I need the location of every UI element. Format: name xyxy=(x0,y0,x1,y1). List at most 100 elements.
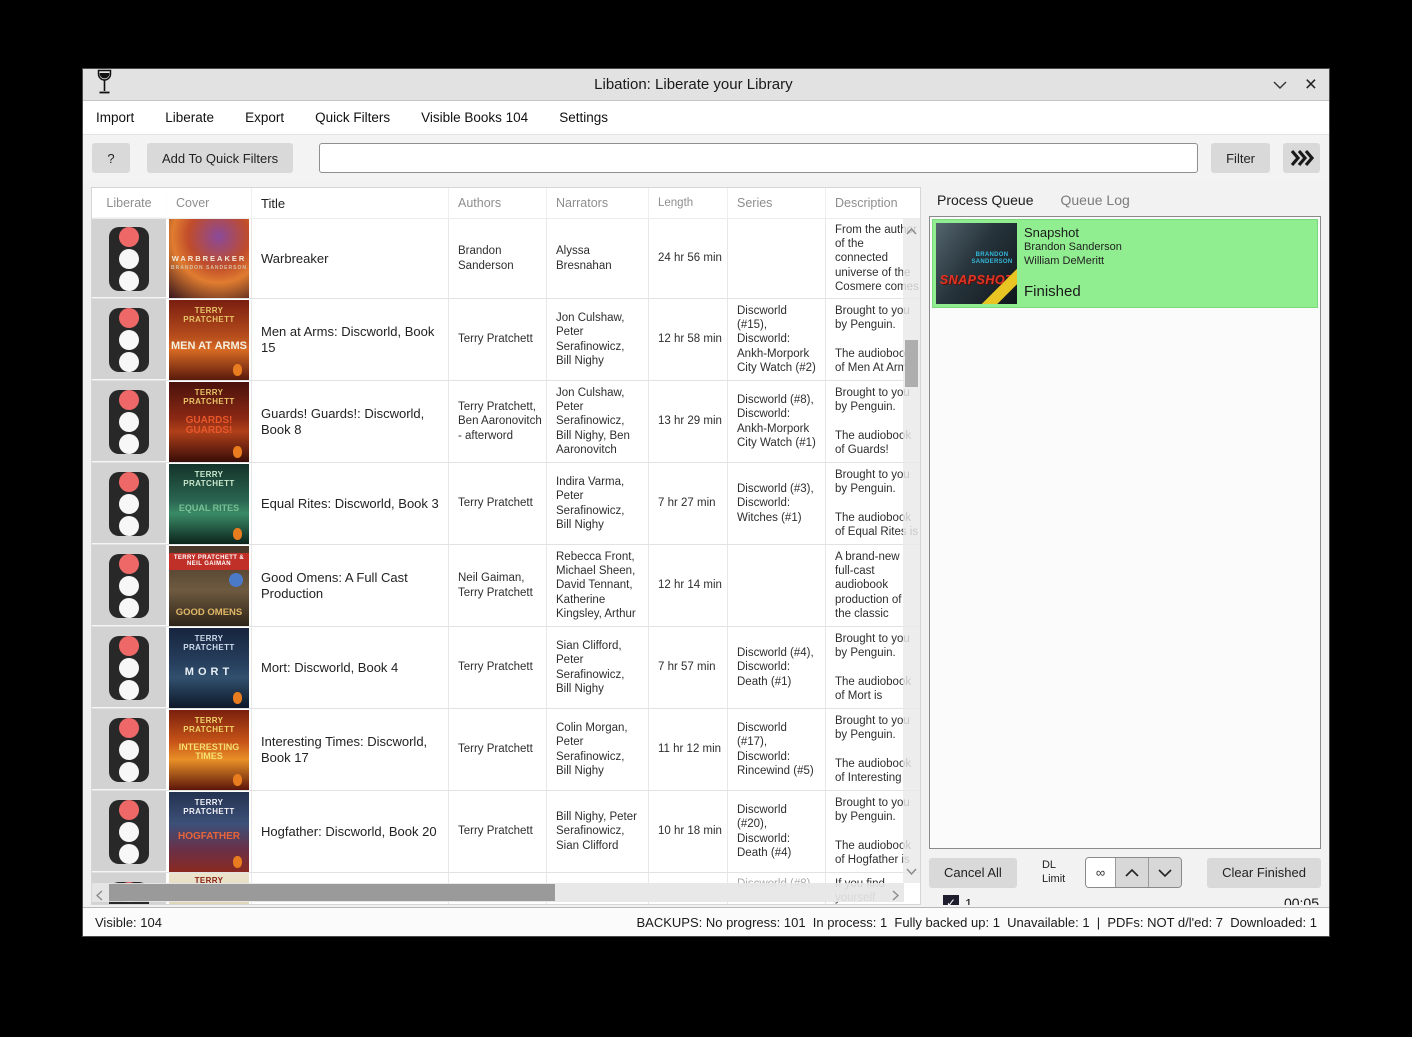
fast-forward-chevrons-icon[interactable] xyxy=(1283,143,1320,173)
book-narrators: Alyssa Bresnahan xyxy=(547,219,649,298)
window-title: Libation: Liberate your Library xyxy=(114,76,1273,93)
spinner-down-icon[interactable] xyxy=(1148,858,1181,887)
book-title: Warbreaker xyxy=(252,219,449,298)
add-to-quick-filters-button[interactable]: Add To Quick Filters xyxy=(147,143,293,173)
table-row[interactable]: TERRY PRATCHETT INTERESTING TIMES Intere… xyxy=(92,708,921,790)
menu-export[interactable]: Export xyxy=(245,110,284,125)
wine-glass-icon xyxy=(95,69,114,100)
scroll-up-icon[interactable] xyxy=(906,222,917,240)
dl-limit-spinner[interactable]: ∞ xyxy=(1085,857,1182,888)
book-title: Guards! Guards!: Discworld, Book 8 xyxy=(252,381,449,462)
book-length: 7 hr 27 min xyxy=(649,463,728,544)
book-authors: Neil Gaiman, Terry Pratchett xyxy=(449,545,547,626)
book-series: Discworld (#17), Discworld: Rincewind (#… xyxy=(728,709,826,790)
queue-item-author: Brandon Sanderson xyxy=(1024,241,1314,255)
column-header-cover[interactable]: Cover xyxy=(167,188,252,218)
table-row[interactable]: TERRY PRATCHETT MEN AT ARMS Men at Arms:… xyxy=(92,298,921,380)
book-length: 12 hr 58 min xyxy=(649,299,728,380)
filter-toolbar: ? Add To Quick Filters Filter xyxy=(83,135,1329,181)
menu-import[interactable]: Import xyxy=(96,110,134,125)
book-authors: Brandon Sanderson xyxy=(449,219,547,298)
liberate-traffic-light-icon[interactable] xyxy=(109,636,149,700)
tab-process-queue[interactable]: Process Queue xyxy=(937,192,1034,208)
table-row[interactable]: TERRY PRATCHETT EQUAL RITES Equal Rites:… xyxy=(92,462,921,544)
table-horizontal-scrollbar[interactable] xyxy=(92,883,904,902)
liberate-traffic-light-icon[interactable] xyxy=(109,800,149,864)
book-authors: Terry Pratchett xyxy=(449,463,547,544)
column-header-length[interactable]: Length xyxy=(649,188,728,218)
liberate-traffic-light-icon[interactable] xyxy=(109,718,149,782)
book-length: 11 hr 12 min xyxy=(649,709,728,790)
liberate-traffic-light-icon[interactable] xyxy=(109,308,149,372)
book-narrators: Indira Varma, Peter Serafinowicz, Bill N… xyxy=(547,463,649,544)
book-title: Good Omens: A Full Cast Production xyxy=(252,545,449,626)
filter-search-input[interactable] xyxy=(319,143,1198,173)
book-cover: TERRY PRATCHETT EQUAL RITES xyxy=(169,464,249,544)
liberate-traffic-light-icon[interactable] xyxy=(109,554,149,618)
table-row[interactable]: TERRY PRATCHETT MORT Mort: Discworld, Bo… xyxy=(92,626,921,708)
book-cover: TERRY PRATCHETT INTERESTING TIMES xyxy=(169,710,249,790)
vertical-scroll-thumb[interactable] xyxy=(905,340,918,387)
table-row[interactable]: TERRY PRATCHETT GUARDS! GUARDS! Guards! … xyxy=(92,380,921,462)
minimize-chevron-icon[interactable] xyxy=(1273,80,1287,89)
book-title: Hogfather: Discworld, Book 20 xyxy=(252,791,449,872)
book-title: Interesting Times: Discworld, Book 17 xyxy=(252,709,449,790)
dl-limit-label: DL Limit xyxy=(1042,859,1076,887)
column-header-authors[interactable]: Authors xyxy=(449,188,547,218)
menu-liberate[interactable]: Liberate xyxy=(165,110,214,125)
book-length: 24 hr 56 min xyxy=(649,219,728,298)
filter-button[interactable]: Filter xyxy=(1211,143,1270,173)
column-header-narrators[interactable]: Narrators xyxy=(547,188,649,218)
status-bar: Visible: 104 BACKUPS: No progress: 101 I… xyxy=(83,907,1329,936)
close-icon[interactable]: × xyxy=(1305,74,1317,95)
column-header-description[interactable]: Description xyxy=(826,188,921,218)
clear-finished-button[interactable]: Clear Finished xyxy=(1207,858,1321,888)
tab-queue-log[interactable]: Queue Log xyxy=(1061,192,1130,208)
column-header-title[interactable]: Title xyxy=(252,188,449,218)
book-authors: Terry Pratchett xyxy=(449,627,547,708)
menu-bar: Import Liberate Export Quick Filters Vis… xyxy=(83,101,1329,135)
book-narrators: Jon Culshaw, Peter Serafinowicz, Bill Ni… xyxy=(547,381,649,462)
process-queue-panel: Process Queue Queue Log BRANDON SANDERSO… xyxy=(929,187,1321,905)
table-vertical-scrollbar[interactable] xyxy=(903,219,920,883)
liberate-traffic-light-icon[interactable] xyxy=(109,472,149,536)
queue-item-title: Snapshot xyxy=(1024,225,1314,241)
queue-item-cover: BRANDON SANDERSON SNAPSHOT xyxy=(936,223,1017,304)
help-button[interactable]: ? xyxy=(92,143,130,173)
queue-item-finished[interactable]: BRANDON SANDERSON SNAPSHOT Snapshot Bran… xyxy=(932,219,1318,308)
liberate-traffic-light-icon[interactable] xyxy=(109,227,149,291)
book-narrators: Rebecca Front, Michael Sheen, David Tenn… xyxy=(547,545,649,626)
visible-count-label: Visible: 104 xyxy=(95,915,162,930)
app-window: Libation: Liberate your Library × Import… xyxy=(82,68,1330,937)
menu-quick-filters[interactable]: Quick Filters xyxy=(315,110,390,125)
book-series: Discworld (#20), Discworld: Death (#4) xyxy=(728,791,826,872)
library-table: Liberate Cover Title Authors Narrators L… xyxy=(91,187,921,905)
table-header: Liberate Cover Title Authors Narrators L… xyxy=(92,188,921,218)
book-narrators: Colin Morgan, Peter Serafinowicz, Bill N… xyxy=(547,709,649,790)
liberate-traffic-light-icon[interactable] xyxy=(109,390,149,454)
horizontal-scroll-thumb[interactable] xyxy=(109,884,555,901)
scroll-down-icon[interactable] xyxy=(906,862,917,880)
menu-visible-books[interactable]: Visible Books 104 xyxy=(421,110,528,125)
column-header-series[interactable]: Series xyxy=(728,188,826,218)
book-narrators: Bill Nighy, Peter Serafinowicz, Sian Cli… xyxy=(547,791,649,872)
scroll-left-icon[interactable] xyxy=(96,888,103,905)
menu-settings[interactable]: Settings xyxy=(559,110,608,125)
queue-list[interactable]: BRANDON SANDERSON SNAPSHOT Snapshot Bran… xyxy=(929,216,1321,849)
book-series: Discworld (#3), Discworld: Witches (#1) xyxy=(728,463,826,544)
book-series xyxy=(728,545,826,626)
table-row[interactable]: TERRY PRATCHETT HOGFATHER Hogfather: Dis… xyxy=(92,790,921,872)
scroll-right-icon[interactable] xyxy=(892,888,899,905)
table-row[interactable]: TERRY PRATCHETT & NEIL GAIMAN GOOD OMENS… xyxy=(92,544,921,626)
column-header-liberate[interactable]: Liberate xyxy=(92,188,167,218)
title-bar[interactable]: Libation: Liberate your Library × xyxy=(83,69,1329,101)
table-row[interactable]: WARBREAKER BRANDON SANDERSON Warbreaker … xyxy=(92,218,921,298)
cancel-all-button[interactable]: Cancel All xyxy=(929,858,1017,888)
book-authors: Terry Pratchett xyxy=(449,709,547,790)
main-content: Liberate Cover Title Authors Narrators L… xyxy=(83,181,1329,905)
queue-count-label: 1 xyxy=(965,896,972,906)
book-length: 12 hr 14 min xyxy=(649,545,728,626)
book-cover: TERRY PRATCHETT & NEIL GAIMAN GOOD OMENS xyxy=(169,546,249,626)
spinner-up-icon[interactable] xyxy=(1115,858,1148,887)
queue-count-checkbox[interactable]: ✓ xyxy=(943,895,959,905)
